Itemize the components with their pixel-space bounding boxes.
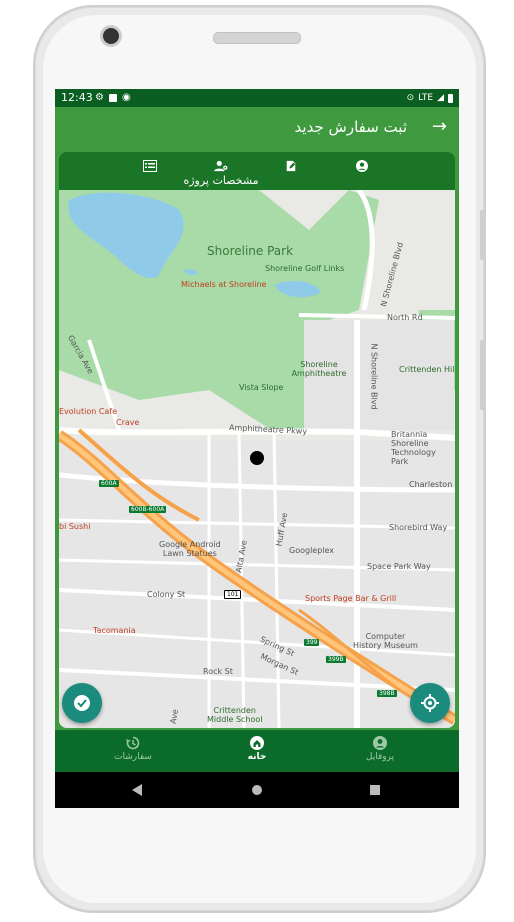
map-label-google-android: Google Android Lawn Statues (159, 540, 221, 558)
map-label-crave: Crave (116, 418, 140, 427)
nav-label: خانه (247, 752, 267, 762)
highway-shield: 101 (224, 590, 242, 599)
map-view[interactable]: Shoreline Park Shoreline Golf Links Mich… (59, 190, 455, 728)
screen: 12:43 ⚙ ◉ ⊙ LTE ◢ ثبت سفارش جدید → مشخصا… (55, 89, 459, 808)
nav-profile[interactable]: پروفایل (340, 730, 420, 772)
map-label-park: Shoreline Park (207, 244, 294, 258)
highway-shield: 600B-600A (129, 506, 167, 513)
status-system-icons: ⊙ LTE ◢ (407, 89, 453, 107)
highway-shield: 600A (99, 480, 119, 487)
front-camera (103, 28, 119, 44)
battery-icon (448, 93, 453, 103)
tab-label: مشخصات پروژه (183, 174, 259, 187)
map-label-sports-page: Sports Page Bar & Grill (305, 594, 397, 603)
map-label-shoreline-blvd: N Shoreline Blvd (369, 343, 379, 410)
main-content: مشخصات پروژه Shoreline Park Shoreline Go… (55, 147, 459, 730)
user-gear-icon (214, 160, 228, 172)
volume-button (480, 210, 485, 260)
map-label-golf: Shoreline Golf Links (265, 264, 345, 273)
user-icon (356, 160, 368, 172)
network-type: LTE (418, 93, 434, 103)
highway-shield: 399B (326, 656, 346, 663)
tab-edit[interactable] (256, 152, 326, 192)
history-icon (126, 736, 140, 750)
edit-icon (286, 160, 296, 172)
map-label-britannia: Britannia Shoreline Technology Park (391, 430, 436, 466)
sd-card-icon (108, 94, 117, 102)
highway-shield: 399 (304, 639, 320, 646)
map-label-vista: Vista Slope (239, 383, 284, 392)
status-time: 12:43 (61, 91, 93, 104)
map-label-charleston: Charleston Rd (409, 480, 455, 489)
gear-icon: ⚙ (95, 92, 104, 103)
account-circle-icon (373, 736, 387, 750)
location-icon: ⊙ (406, 93, 415, 103)
map-label-googleplex: Googleplex (289, 546, 335, 555)
map-label-shorebird: Shorebird Way (389, 523, 448, 532)
nav-label: پروفایل (365, 752, 395, 762)
map-label-tacomania: Tacomania (93, 626, 136, 635)
map-label-michaels: Michaels at Shoreline (181, 280, 267, 289)
status-notification-icons: ⚙ ◉ (95, 89, 131, 107)
tab-user[interactable] (327, 152, 397, 192)
bottom-navigation: پروفایل خانه سفارشات (55, 730, 459, 772)
map-label-space-park: Space Park Way (367, 562, 431, 571)
highway-shield: 398B (377, 690, 397, 697)
my-location-button[interactable] (410, 683, 450, 723)
home-circle-icon (252, 785, 262, 795)
confirm-location-button[interactable] (62, 683, 102, 723)
system-navigation-bar (55, 772, 459, 808)
step-tabs: مشخصات پروژه (59, 152, 455, 192)
app-notification-icon: ◉ (121, 92, 131, 103)
map-label-amphitheatre: Shoreline Amphitheatre (291, 360, 347, 378)
speaker-grille (213, 32, 301, 44)
order-card: مشخصات پروژه Shoreline Park Shoreline Go… (59, 152, 455, 728)
map-label-sushi: bi Sushi (59, 522, 91, 531)
arrow-right-icon[interactable]: → (432, 107, 447, 147)
page-title: ثبت سفارش جدید (294, 118, 407, 136)
home-icon (250, 736, 264, 750)
app-bar: ثبت سفارش جدید → (55, 107, 459, 147)
map-label-crittenden-school: Crittenden Middle School (207, 706, 263, 724)
nav-label: سفارشات (114, 752, 152, 762)
map-label-north-rd: North Rd (387, 313, 423, 322)
recents-square-icon (370, 785, 380, 795)
back-triangle-icon (132, 784, 142, 796)
map-label-computer-museum: Computer History Museum (353, 632, 418, 650)
map-label-rock: Rock St (203, 667, 233, 676)
nav-orders[interactable]: سفارشات (93, 730, 173, 772)
list-icon (143, 160, 157, 172)
status-bar: 12:43 ⚙ ◉ ⊙ LTE ◢ (55, 89, 459, 107)
nav-home[interactable]: خانه (217, 730, 297, 772)
recents-button[interactable] (355, 772, 395, 808)
crosshair-icon (421, 694, 439, 712)
check-circle-icon (74, 695, 90, 711)
map-label-evolution: Evolution Cafe (59, 407, 118, 416)
tab-project-details[interactable]: مشخصات پروژه (181, 152, 261, 192)
back-button[interactable] (117, 772, 157, 808)
map-label-crittenden-hill: Crittenden Hill (399, 365, 455, 374)
power-button (480, 340, 485, 410)
home-button[interactable] (237, 772, 277, 808)
tab-list[interactable] (115, 152, 185, 192)
signal-icon: ◢ (437, 93, 444, 103)
map-label-colony: Colony St (147, 590, 186, 599)
